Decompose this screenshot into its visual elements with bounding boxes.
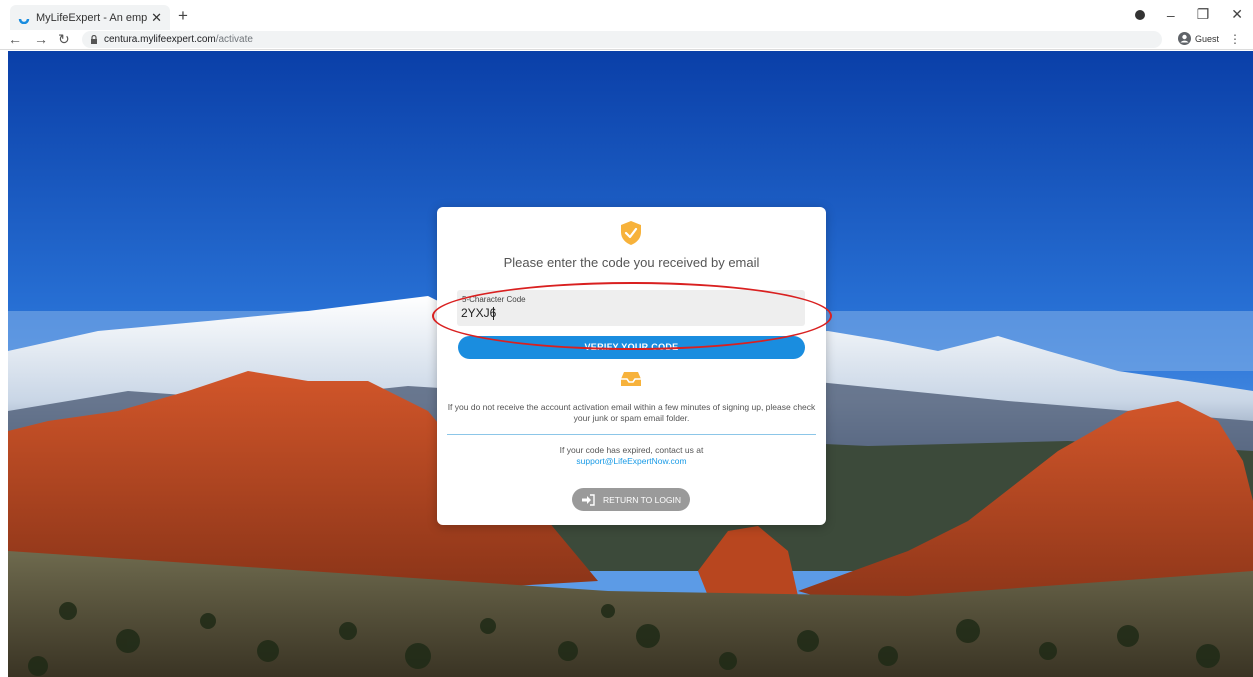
minimize-icon[interactable]: – bbox=[1167, 7, 1175, 23]
reload-icon[interactable]: ↻ bbox=[58, 31, 70, 48]
card-heading: Please enter the code you received by em… bbox=[503, 255, 760, 270]
activation-card: Please enter the code you received by em… bbox=[437, 207, 826, 525]
return-to-login-button[interactable]: RETURN TO LOGIN bbox=[572, 488, 690, 511]
support-email-link[interactable]: support@LifeExpertNow.com bbox=[437, 456, 826, 467]
restore-icon[interactable]: ❐ bbox=[1197, 6, 1210, 23]
lock-icon bbox=[91, 35, 97, 44]
avatar-icon bbox=[1177, 32, 1191, 45]
tab-title: MyLifeExpert - An employee wel bbox=[36, 11, 148, 24]
shield-check-icon bbox=[621, 221, 641, 245]
back-icon[interactable]: ← bbox=[8, 31, 22, 47]
window-controls: – ❐ ✕ bbox=[1134, 6, 1243, 23]
verify-code-button[interactable]: VERIFY YOUR CODE bbox=[458, 336, 805, 359]
divider bbox=[447, 434, 816, 435]
sign-in-icon bbox=[581, 493, 595, 506]
browser-menu-icon[interactable]: ⋮ bbox=[1229, 32, 1241, 46]
url-host: centura.mylifeexpert.com bbox=[104, 34, 216, 45]
new-tab-icon[interactable]: + bbox=[178, 6, 188, 26]
tab-close-icon[interactable]: ✕ bbox=[151, 10, 162, 26]
text-caret bbox=[493, 307, 494, 320]
forward-icon[interactable]: → bbox=[34, 31, 48, 47]
code-field-label: 5-Character Code bbox=[462, 295, 526, 304]
url-field[interactable]: centura.mylifeexpert.com /activate bbox=[82, 31, 1162, 48]
browser-address-bar: ← → ↻ centura.mylifeexpert.com /activate… bbox=[0, 30, 1253, 50]
browser-tab[interactable]: MyLifeExpert - An employee wel ✕ bbox=[10, 5, 170, 30]
site-favicon-icon bbox=[18, 18, 30, 24]
browser-tab-strip: MyLifeExpert - An employee wel ✕ + – ❐ ✕ bbox=[0, 0, 1253, 30]
profile-label: Guest bbox=[1194, 33, 1219, 44]
close-window-icon[interactable]: ✕ bbox=[1231, 6, 1243, 23]
url-path: /activate bbox=[215, 34, 253, 45]
inbox-icon bbox=[621, 372, 641, 386]
code-field[interactable]: 5-Character Code bbox=[457, 290, 805, 326]
profile-button[interactable]: Guest bbox=[1177, 32, 1219, 45]
expired-text: If your code has expired, contact us at bbox=[559, 445, 704, 455]
info-text: If you do not receive the account activa… bbox=[447, 402, 816, 423]
return-button-label: RETURN TO LOGIN bbox=[602, 494, 682, 505]
expired-notice: If your code has expired, contact us at … bbox=[437, 445, 826, 467]
code-input[interactable] bbox=[461, 305, 761, 321]
record-icon[interactable] bbox=[1134, 9, 1145, 20]
